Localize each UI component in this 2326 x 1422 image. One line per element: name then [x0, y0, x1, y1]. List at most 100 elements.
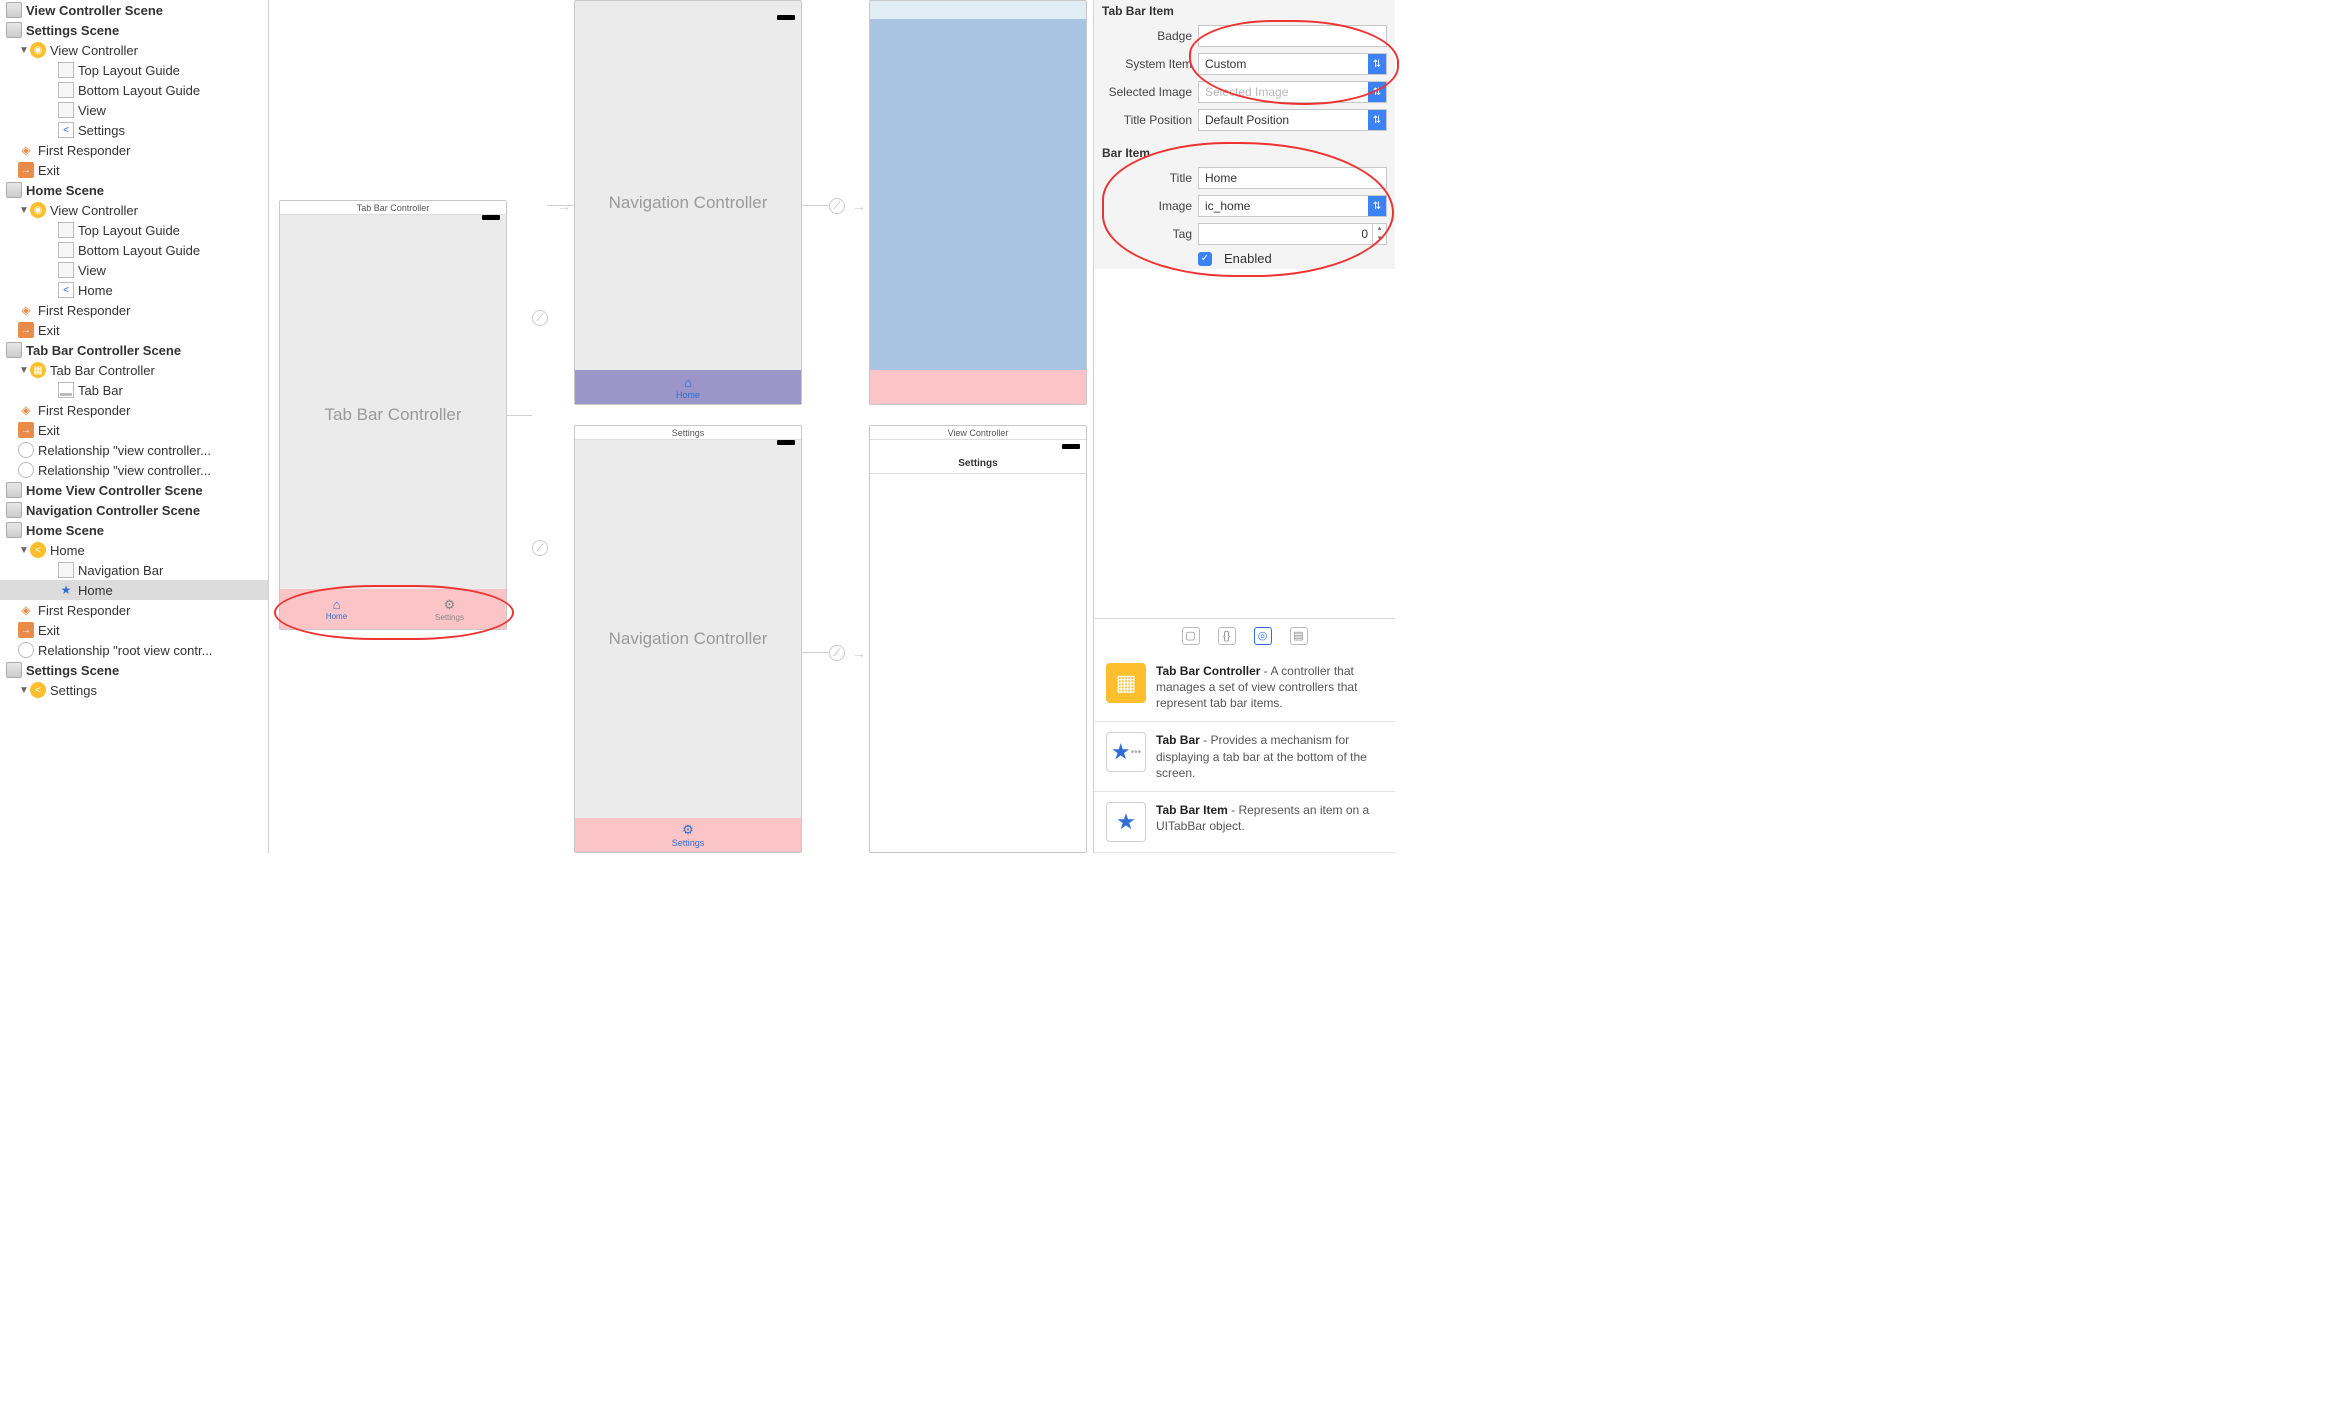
tree-item[interactable]: Top Layout Guide: [0, 220, 268, 240]
tree-item[interactable]: ◈First Responder: [0, 140, 268, 160]
tree-item[interactable]: ▼▦Tab Bar Controller: [0, 360, 268, 380]
document-outline[interactable]: View Controller Scene Settings Scene ▼◉V…: [0, 0, 269, 853]
tab-bar-stub: ⚙Settings: [575, 818, 801, 852]
scene-header-vc[interactable]: View Controller Scene: [0, 0, 268, 20]
scene-title: Settings: [575, 426, 801, 440]
tree-item[interactable]: Relationship "view controller...: [0, 440, 268, 460]
segue-connector[interactable]: ⟋: [532, 540, 548, 556]
label: Exit: [38, 163, 60, 178]
tree-item[interactable]: ▼◉View Controller: [0, 40, 268, 60]
tree-item-selected[interactable]: ★Home: [0, 580, 268, 600]
tree-item[interactable]: ◈First Responder: [0, 400, 268, 420]
tree-item[interactable]: ◈First Responder: [0, 300, 268, 320]
scene-nav-controller-bottom[interactable]: Settings Navigation Controller ⚙Settings: [574, 425, 802, 853]
scene-header-homevc[interactable]: Home View Controller Scene: [0, 480, 268, 500]
tab-home[interactable]: ⌂Home: [280, 589, 393, 629]
tree-item[interactable]: View: [0, 260, 268, 280]
tab-bar-stub: [870, 370, 1086, 404]
title: Tab Bar: [1156, 733, 1200, 747]
segue-connector[interactable]: ⟋: [532, 310, 548, 326]
label: View Controller: [50, 43, 138, 58]
exit-icon: →: [18, 162, 34, 178]
tree-item[interactable]: Top Layout Guide: [0, 60, 268, 80]
library-tab-object[interactable]: ◎: [1254, 627, 1272, 645]
tree-item[interactable]: Relationship "root view contr...: [0, 640, 268, 660]
system-item-select[interactable]: Custom⇅: [1198, 53, 1387, 75]
label: View Controller: [50, 203, 138, 218]
tree-item[interactable]: → Exit: [0, 160, 268, 180]
tree-item[interactable]: Navigation Bar: [0, 560, 268, 580]
label: Home: [50, 543, 85, 558]
scene-header-tabbar[interactable]: Tab Bar Controller Scene: [0, 340, 268, 360]
scene-vc-home[interactable]: Home: [869, 0, 1087, 405]
selected-image-select[interactable]: Selected Image⇅: [1198, 81, 1387, 103]
nav-icon: <: [30, 542, 46, 558]
tag-stepper[interactable]: 0▴▾: [1198, 223, 1387, 245]
tab-label: Home: [326, 612, 347, 621]
image-select[interactable]: ic_home⇅: [1198, 195, 1387, 217]
tree-item[interactable]: Bottom Layout Guide: [0, 240, 268, 260]
library-item[interactable]: ★••• Tab Bar - Provides a mechanism for …: [1094, 722, 1395, 792]
segue-connector[interactable]: ⟋: [829, 645, 845, 661]
enabled-checkbox[interactable]: ✓: [1198, 252, 1212, 266]
tree-item[interactable]: ▼<Home: [0, 540, 268, 560]
scene-header-settings2[interactable]: Settings Scene: [0, 660, 268, 680]
arrow-icon: →: [852, 198, 866, 214]
tree-item[interactable]: →Exit: [0, 320, 268, 340]
tree-item[interactable]: <Home: [0, 280, 268, 300]
nav-title: Settings: [870, 458, 1086, 469]
segue-icon: [18, 442, 34, 458]
tab-settings[interactable]: ⚙Settings: [393, 589, 506, 629]
tab-bar[interactable]: ⌂Home ⚙Settings: [280, 589, 506, 629]
segue-connector[interactable]: ⟋: [829, 198, 845, 214]
field-label: Selected Image: [1102, 85, 1192, 99]
scene-header-home[interactable]: Home Scene: [0, 180, 268, 200]
object-library[interactable]: ▦ Tab Bar Controller - A controller that…: [1094, 653, 1395, 853]
scene-vc-settings[interactable]: View Controller Settings: [869, 425, 1087, 853]
scene-header-settings[interactable]: Settings Scene: [0, 20, 268, 40]
tree-item[interactable]: →Exit: [0, 620, 268, 640]
label: Home Scene: [26, 523, 104, 538]
gear-icon: ⚙: [682, 822, 694, 838]
tab-label: Home: [676, 390, 700, 400]
library-tab-media[interactable]: ▤: [1290, 627, 1308, 645]
label: Top Layout Guide: [78, 63, 180, 78]
scene-header-home2[interactable]: Home Scene: [0, 520, 268, 540]
storyboard-canvas[interactable]: Tab Bar Controller Tab Bar Controller ⌂H…: [269, 0, 1093, 853]
tree-item[interactable]: <Settings: [0, 120, 268, 140]
tree-item[interactable]: ▼<Settings: [0, 680, 268, 700]
scene-header-nav[interactable]: Navigation Controller Scene: [0, 500, 268, 520]
title-position-select[interactable]: Default Position⇅: [1198, 109, 1387, 131]
label: Tab Bar Controller: [50, 363, 155, 378]
library-tab-code[interactable]: {}: [1218, 627, 1236, 645]
tree-item[interactable]: Bottom Layout Guide: [0, 80, 268, 100]
tree-item[interactable]: ◈First Responder: [0, 600, 268, 620]
tree-item[interactable]: Tab Bar: [0, 380, 268, 400]
label: Home Scene: [26, 183, 104, 198]
label: Settings Scene: [26, 23, 119, 38]
stepper-buttons[interactable]: ▴▾: [1372, 224, 1386, 244]
tab-label: Settings: [672, 838, 705, 848]
scene-label: Navigation Controller: [575, 629, 801, 649]
content-view: [870, 19, 1086, 370]
label: Settings: [78, 123, 125, 138]
tree-item[interactable]: →Exit: [0, 420, 268, 440]
statusbar-icon: [777, 440, 795, 445]
view-icon: [58, 262, 74, 278]
cube-icon: ◈: [18, 402, 34, 418]
title-input[interactable]: Home: [1198, 167, 1387, 189]
tree-item[interactable]: View: [0, 100, 268, 120]
library-item[interactable]: ▦ Tab Bar Controller - A controller that…: [1094, 653, 1395, 723]
scene-icon: [6, 22, 22, 38]
label: Bottom Layout Guide: [78, 243, 200, 258]
badge-input[interactable]: [1198, 25, 1387, 47]
tree-item[interactable]: Relationship "view controller...: [0, 460, 268, 480]
scene-icon: [6, 502, 22, 518]
label: View: [78, 103, 106, 118]
scene-tabbar-controller[interactable]: Tab Bar Controller Tab Bar Controller ⌂H…: [279, 200, 507, 630]
library-tab-file[interactable]: ▢: [1182, 627, 1200, 645]
scene-nav-controller-top[interactable]: Navigation Controller ⌂Home: [574, 0, 802, 405]
tree-item[interactable]: ▼◉View Controller: [0, 200, 268, 220]
library-item[interactable]: ★ Tab Bar Item - Represents an item on a…: [1094, 792, 1395, 853]
star-icon: ★: [58, 582, 74, 598]
